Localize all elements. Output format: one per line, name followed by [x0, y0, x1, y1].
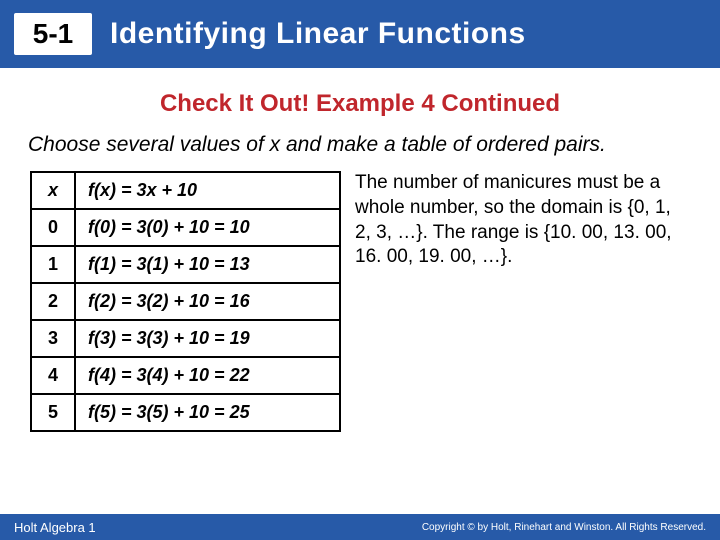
slide-title: Identifying Linear Functions [110, 17, 526, 51]
slide-footer: Holt Algebra 1 Copyright © by Holt, Rine… [0, 514, 720, 540]
table-cell-fx: f(2) = 3(2) + 10 = 16 [75, 283, 340, 320]
table-row: 2 f(2) = 3(2) + 10 = 16 [31, 283, 340, 320]
table-row: 1 f(1) = 3(1) + 10 = 13 [31, 246, 340, 283]
table-header-x: x [31, 172, 75, 209]
table-cell-fx: f(0) = 3(0) + 10 = 10 [75, 209, 340, 246]
table-header-fx: f(x) = 3x + 10 [75, 172, 340, 209]
content-area: x f(x) = 3x + 10 0 f(0) = 3(0) + 10 = 10… [30, 171, 720, 432]
footer-copyright: Copyright © by Holt, Rinehart and Winsto… [422, 522, 706, 533]
example-subtitle: Check It Out! Example 4 Continued [0, 90, 720, 118]
section-badge: 5-1 [14, 13, 92, 55]
table-cell-fx: f(3) = 3(3) + 10 = 19 [75, 320, 340, 357]
table-row: 0 f(0) = 3(0) + 10 = 10 [31, 209, 340, 246]
table-cell-x: 0 [31, 209, 75, 246]
explanation-text: The number of manicures must be a whole … [355, 171, 685, 432]
table-row: 5 f(5) = 3(5) + 10 = 25 [31, 394, 340, 431]
table-cell-fx: f(5) = 3(5) + 10 = 25 [75, 394, 340, 431]
table-cell-x: 1 [31, 246, 75, 283]
footer-book-title: Holt Algebra 1 [14, 520, 96, 535]
table-row: x f(x) = 3x + 10 [31, 172, 340, 209]
table-cell-fx: f(4) = 3(4) + 10 = 22 [75, 357, 340, 394]
slide-header: 5-1 Identifying Linear Functions [0, 0, 720, 68]
function-table: x f(x) = 3x + 10 0 f(0) = 3(0) + 10 = 10… [30, 171, 341, 432]
table-cell-x: 4 [31, 357, 75, 394]
table-cell-x: 2 [31, 283, 75, 320]
instruction-text: Choose several values of x and make a ta… [28, 132, 692, 157]
table-cell-fx: f(1) = 3(1) + 10 = 13 [75, 246, 340, 283]
table-row: 4 f(4) = 3(4) + 10 = 22 [31, 357, 340, 394]
table-cell-x: 3 [31, 320, 75, 357]
table-row: 3 f(3) = 3(3) + 10 = 19 [31, 320, 340, 357]
table-cell-x: 5 [31, 394, 75, 431]
